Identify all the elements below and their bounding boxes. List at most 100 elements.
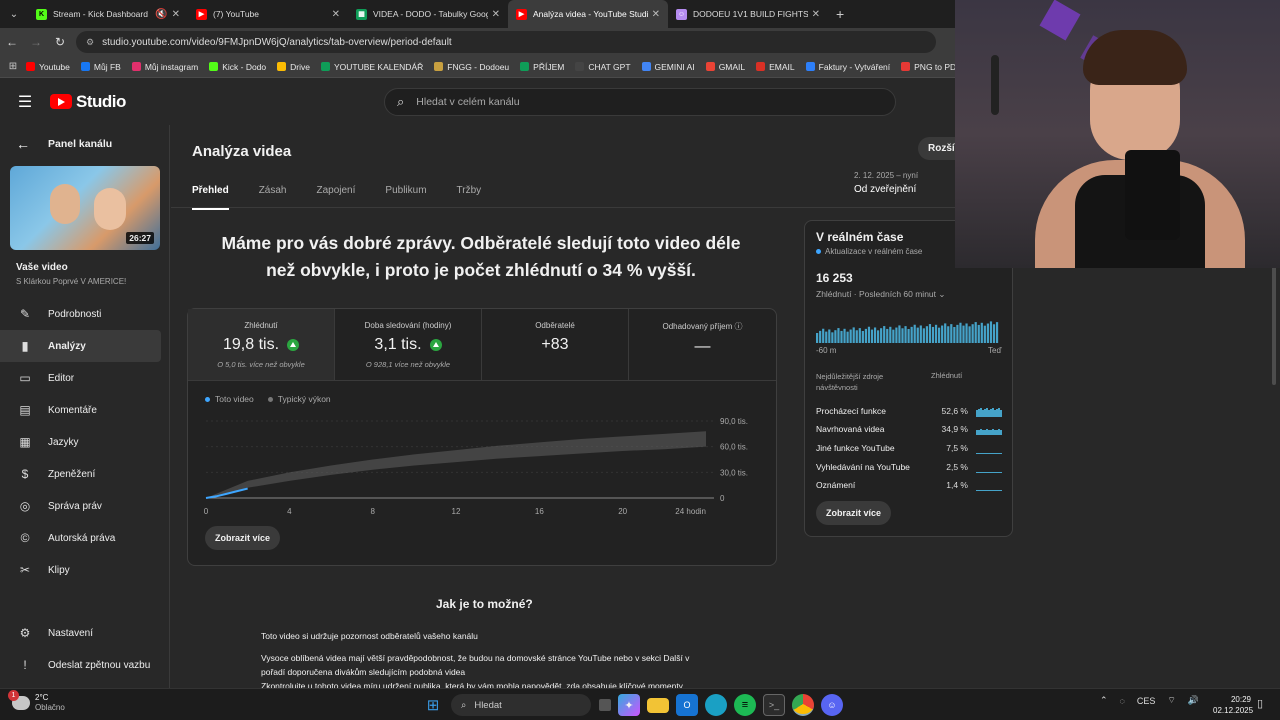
realtime-bar[interactable] xyxy=(855,330,858,343)
spotify-icon[interactable]: ≡ xyxy=(734,694,756,716)
realtime-bar[interactable] xyxy=(977,324,980,343)
realtime-bar[interactable] xyxy=(971,324,974,343)
browser-tab[interactable]: ▶ (7) YouTube ✕ xyxy=(188,0,348,28)
realtime-period-select[interactable]: Zhlédnutí · Posledních 60 minut ⌄ xyxy=(816,289,946,300)
url-field[interactable]: ⚙ studio.youtube.com/video/9FMJpnDW6jQ/a… xyxy=(76,31,936,53)
show-more-button[interactable]: Zobrazit více xyxy=(205,526,281,550)
discord-icon[interactable]: ☺ xyxy=(821,694,843,716)
sidebar-item[interactable]: ◎ Správa práv xyxy=(0,490,169,522)
close-icon[interactable]: ✕ xyxy=(492,9,500,20)
realtime-bar[interactable] xyxy=(965,323,968,343)
traffic-source-row[interactable]: Navrhovaná videa 34,9 % xyxy=(816,420,1002,438)
realtime-bar[interactable] xyxy=(950,324,953,343)
realtime-bar[interactable] xyxy=(895,327,898,343)
close-icon[interactable]: ✕ xyxy=(652,9,660,20)
chevron-up-icon[interactable]: ⌃ xyxy=(1100,695,1108,706)
sidebar-item[interactable]: ! Odeslat zpětnou vazbu xyxy=(0,649,169,681)
realtime-bar[interactable] xyxy=(938,327,941,343)
realtime-bar[interactable] xyxy=(831,332,834,343)
network-icon[interactable]: ◌ xyxy=(1120,696,1125,706)
folder-icon[interactable] xyxy=(647,697,669,713)
realtime-bar[interactable] xyxy=(941,325,944,343)
period-label[interactable]: Od zveřejnění xyxy=(854,184,916,195)
realtime-bar[interactable] xyxy=(877,330,880,343)
back-to-dashboard[interactable]: ← Panel kanálu xyxy=(0,125,169,163)
studio-logo[interactable]: Studio xyxy=(50,92,126,112)
realtime-bar[interactable] xyxy=(837,328,840,343)
period-date[interactable]: 2. 12. 2025 – nyní xyxy=(854,171,918,180)
realtime-bar[interactable] xyxy=(922,328,925,343)
realtime-bar[interactable] xyxy=(956,324,959,343)
video-thumbnail[interactable]: 26:27 xyxy=(10,166,160,250)
bookmark-item[interactable]: Youtube xyxy=(26,62,70,72)
bookmark-item[interactable]: CHAT GPT xyxy=(575,62,631,72)
language-indicator[interactable]: CES xyxy=(1137,696,1156,706)
sidebar-item[interactable]: ▭ Editor xyxy=(0,362,169,394)
volume-icon[interactable]: 🔊 xyxy=(1188,695,1199,706)
sidebar-item[interactable]: ▮ Analýzy xyxy=(0,330,161,362)
realtime-bar[interactable] xyxy=(861,331,864,343)
realtime-bar[interactable] xyxy=(880,328,883,343)
realtime-bar[interactable] xyxy=(892,329,895,343)
browser-tab[interactable]: ☺ DODOEU 1V1 BUILD FIGHTS 12 ✕ xyxy=(668,0,828,28)
sidebar-item[interactable]: ✎ Podrobnosti xyxy=(0,298,169,330)
taskbar-search[interactable]: ⌕ Hledat xyxy=(451,694,591,716)
bookmark-item[interactable]: GMAIL xyxy=(705,62,745,72)
realtime-bar[interactable] xyxy=(992,324,996,343)
realtime-bar[interactable] xyxy=(898,325,901,343)
terminal-icon[interactable]: >_ xyxy=(763,694,785,716)
metric-tab[interactable]: Odběratelé +83 xyxy=(482,309,629,380)
bookmark-item[interactable]: Drive xyxy=(277,62,310,72)
bookmark-item[interactable]: Kick - Dodo xyxy=(209,62,266,72)
realtime-bar[interactable] xyxy=(873,327,877,343)
realtime-bar[interactable] xyxy=(947,326,950,343)
notifications-icon[interactable]: ▯ xyxy=(1257,697,1263,710)
metric-tab[interactable]: Doba sledování (hodiny) 3,1 tis. O 928,1 v… xyxy=(335,309,482,380)
mute-icon[interactable]: 🔇 xyxy=(155,9,167,20)
site-info-icon[interactable]: ⚙ xyxy=(86,37,94,48)
realtime-bar[interactable] xyxy=(910,326,913,343)
channel-search[interactable]: ⌕ Hledat v celém kanálu xyxy=(384,88,896,116)
bookmark-item[interactable]: Můj FB xyxy=(80,62,121,72)
realtime-bar[interactable] xyxy=(819,330,822,343)
weather-widget[interactable]: 1 2°C Oblačno xyxy=(8,690,65,713)
realtime-bar[interactable] xyxy=(904,326,907,343)
realtime-bar[interactable] xyxy=(989,321,993,343)
bookmark-item[interactable]: PŘÍJEM xyxy=(520,62,564,72)
bookmark-item[interactable]: EMAIL xyxy=(756,62,795,72)
metric-tab[interactable]: Zhlédnutí 19,8 tis. O 5,0 tis. více než ob… xyxy=(188,309,335,380)
tab-search-icon[interactable]: ⌄ xyxy=(0,9,28,20)
browser-tab-active[interactable]: ▶ Analýza videa - YouTube Studio ✕ xyxy=(508,0,668,28)
traffic-source-row[interactable]: Vyhledávání na YouTube 2,5 % xyxy=(816,458,1002,476)
sidebar-item[interactable]: © Autorská práva xyxy=(0,522,169,554)
realtime-bar[interactable] xyxy=(822,328,825,343)
bookmark-item[interactable]: PNG to PDF xyxy=(901,62,961,72)
task-view-icon[interactable] xyxy=(599,699,611,711)
chrome-icon[interactable] xyxy=(792,694,814,716)
realtime-bar[interactable] xyxy=(953,327,956,343)
traffic-source-row[interactable]: Jiné funkce YouTube 7,5 % xyxy=(816,439,1002,457)
realtime-bar[interactable] xyxy=(916,327,919,343)
edge-icon[interactable] xyxy=(705,694,727,716)
realtime-bar[interactable] xyxy=(919,325,922,343)
realtime-bar[interactable] xyxy=(843,328,846,343)
copilot-icon[interactable]: ✦ xyxy=(618,694,640,716)
sidebar-item[interactable]: $ Zpeněžení xyxy=(0,458,169,490)
metric-tab[interactable]: Odhadovaný příjem ⓘ — xyxy=(629,309,776,380)
traffic-source-row[interactable]: Oznámení 1,4 % xyxy=(816,476,1002,494)
outlook-icon[interactable]: O xyxy=(676,694,698,716)
realtime-bar[interactable] xyxy=(974,322,977,343)
realtime-bar[interactable] xyxy=(928,324,932,343)
browser-tab[interactable]: K Stream - Kick Dashboard 🔇 ✕ xyxy=(28,0,188,28)
realtime-bar[interactable] xyxy=(907,329,910,343)
realtime-bar[interactable] xyxy=(840,330,843,343)
sidebar-item[interactable]: ✂ Klipy xyxy=(0,554,169,586)
clock[interactable]: 20:29 02.12.2025 xyxy=(1213,694,1253,716)
bookmark-item[interactable]: FNGG - Dodoeu xyxy=(434,62,509,72)
realtime-bar[interactable] xyxy=(968,326,971,343)
reload-icon[interactable]: ↻ xyxy=(48,35,72,49)
realtime-bar[interactable] xyxy=(901,328,904,343)
close-icon[interactable]: ✕ xyxy=(332,9,340,20)
bookmark-item[interactable]: Faktury - Vytváření xyxy=(805,62,890,72)
realtime-bar[interactable] xyxy=(825,331,828,343)
